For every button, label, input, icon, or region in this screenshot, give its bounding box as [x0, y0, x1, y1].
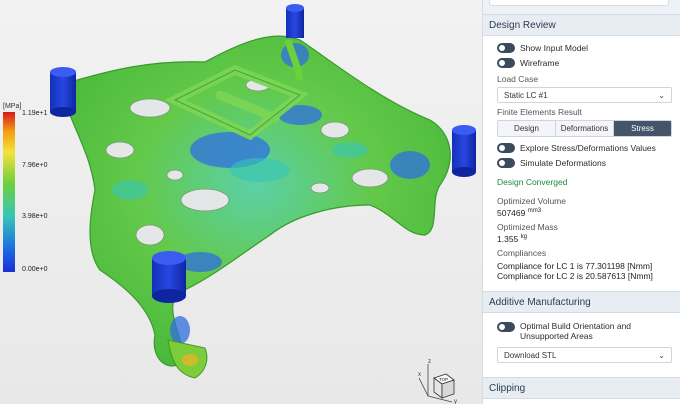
explore-values-toggle[interactable]: Explore Stress/Deformations Values: [497, 140, 672, 155]
tab-deformations[interactable]: Deformations: [556, 121, 614, 136]
optimized-mass-label: Optimized Mass: [497, 222, 558, 232]
tab-design[interactable]: Design: [498, 121, 556, 136]
design-review-section: Show Input Model Wireframe Load Case Sta…: [483, 36, 680, 287]
mount-post-right: [452, 125, 476, 177]
svg-text:TOP: TOP: [439, 377, 448, 382]
chevron-down-icon: ⌄: [658, 350, 665, 360]
mount-post-left: [50, 67, 76, 117]
legend-unit: [MPa]: [3, 103, 22, 110]
svg-text:z: z: [428, 359, 431, 365]
download-select[interactable]: Download STL ⌄: [497, 347, 672, 363]
optimized-mass-value: 1.355 kg: [497, 234, 527, 244]
simulate-deformations-toggle[interactable]: Simulate Deformations: [497, 155, 672, 170]
clipping-header[interactable]: Clipping: [483, 377, 680, 399]
show-input-model-toggle[interactable]: Show Input Model: [497, 40, 672, 55]
load-case-value: Static LC #1: [504, 90, 548, 100]
mount-post-front: [152, 251, 186, 303]
3d-viewport[interactable]: [MPa] 1.19e+1 7.96e+0 3.98e+0 0.00e+0 x …: [0, 0, 482, 404]
optimized-volume-label: Optimized Volume: [497, 196, 566, 206]
mass-unit: kg: [520, 234, 527, 241]
properties-panel: Design Review Show Input Model Wireframe…: [482, 0, 680, 404]
toggle-switch-icon[interactable]: [497, 142, 515, 153]
download-value: Download STL: [504, 350, 557, 360]
toggle-switch-icon[interactable]: [497, 157, 515, 168]
build-orientation-label: Optimal Build Orientation and Unsupporte…: [520, 321, 632, 341]
explore-values-label: Explore Stress/Deformations Values: [520, 142, 656, 153]
panel-top-remnant: [483, 0, 680, 14]
tab-stress[interactable]: Stress: [614, 121, 671, 136]
optimized-volume-value: 507469 mm3: [497, 208, 542, 218]
design-review-header[interactable]: Design Review: [483, 14, 680, 36]
load-case-select[interactable]: Static LC #1 ⌄: [497, 87, 672, 103]
legend-tick-3: 3.98e+0: [22, 213, 48, 220]
wireframe-label: Wireframe: [520, 57, 560, 68]
fe-result-label: Finite Elements Result: [497, 107, 583, 117]
svg-text:x: x: [418, 372, 421, 378]
toggle-switch-icon[interactable]: [497, 322, 515, 332]
build-orientation-toggle[interactable]: Optimal Build Orientation and Unsupporte…: [497, 321, 672, 341]
compliances-label: Compliances: [497, 248, 547, 258]
legend-tick-2: 7.96e+0: [22, 162, 48, 169]
design-status: Design Converged: [497, 177, 568, 187]
stress-result-model[interactable]: [0, 0, 482, 404]
additive-manufacturing-header[interactable]: Additive Manufacturing: [483, 291, 680, 313]
additive-manufacturing-section: Optimal Build Orientation and Unsupporte…: [483, 313, 680, 369]
wireframe-toggle[interactable]: Wireframe: [497, 55, 672, 70]
load-case-label: Load Case: [497, 74, 539, 84]
fe-result-tabs: Design Deformations Stress: [497, 120, 672, 137]
toggle-switch-icon[interactable]: [497, 42, 515, 53]
simulate-deformations-label: Simulate Deformations: [520, 157, 606, 168]
mount-post-top: [286, 4, 304, 38]
legend-tick-min: 0.00e+0: [22, 266, 48, 273]
volume-unit: mm3: [527, 208, 542, 215]
view-cube-icon[interactable]: x z y TOP: [416, 356, 466, 404]
svg-text:y: y: [454, 399, 457, 404]
legend-tick-max: 1.19e+1: [22, 110, 48, 117]
stress-color-legend: [3, 112, 15, 272]
chevron-down-icon: ⌄: [658, 90, 665, 100]
compliance-lc2: Compliance for LC 2 is 20.587613 [Nmm]: [497, 271, 653, 281]
compliance-lc1: Compliance for LC 1 is 77.301198 [Nmm]: [497, 261, 653, 271]
toggle-switch-icon[interactable]: [497, 57, 515, 68]
show-input-model-label: Show Input Model: [520, 42, 589, 53]
